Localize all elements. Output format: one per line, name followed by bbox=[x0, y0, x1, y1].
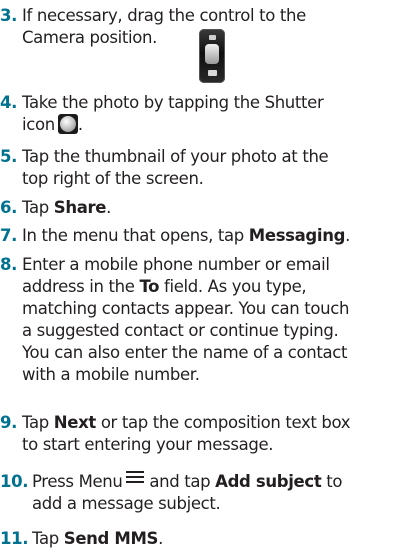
step-text-line: matching contacts appear. You can touch bbox=[22, 299, 350, 318]
step-text-fragment: Tap bbox=[32, 529, 64, 548]
step-text-fragment: . bbox=[158, 529, 163, 548]
step-text-fragment: In the menu that opens, tap bbox=[22, 226, 249, 245]
step-text: Tap Next or tap the composition text box… bbox=[22, 412, 414, 456]
step-text-line: If necessary, drag the control to the bbox=[22, 6, 306, 25]
video-camera-icon bbox=[209, 35, 216, 40]
step-text-fragment: . bbox=[77, 115, 83, 134]
step-text: Press Menu and tap Add subject to add a … bbox=[32, 471, 414, 515]
ui-term-add-subject: Add subject bbox=[215, 472, 322, 491]
step-number: 11. bbox=[0, 529, 29, 548]
step-text-fragment: . bbox=[345, 226, 350, 245]
step-text-line: top right of the screen. bbox=[22, 169, 204, 188]
step-text-fragment: Tap bbox=[22, 198, 54, 217]
step-number: 7. bbox=[0, 226, 18, 245]
camera-icon bbox=[208, 70, 217, 76]
step-text: In the menu that opens, tap Messaging. bbox=[22, 225, 414, 247]
step-text-fragment: icon bbox=[22, 115, 55, 134]
step-text-fragment: or tap the composition text box bbox=[95, 413, 351, 432]
step-number: 9. bbox=[0, 413, 18, 432]
ui-term-to: To bbox=[139, 277, 160, 296]
ui-term-messaging: Messaging bbox=[248, 226, 346, 245]
step-text-line: add a message subject. bbox=[32, 494, 221, 513]
step-text-line: You can also enter the name of a contact bbox=[22, 343, 348, 362]
step-text: Tap Share. bbox=[22, 197, 414, 219]
step-text-line: Enter a mobile phone number or email bbox=[22, 255, 330, 274]
step-text-fragment: Tap bbox=[22, 413, 54, 432]
step-number: 3. bbox=[0, 6, 18, 25]
ui-term-send-mms: Send MMS bbox=[63, 529, 159, 548]
step-text: Tap Send MMS. bbox=[32, 528, 414, 550]
slider-knob bbox=[205, 44, 219, 64]
step-text: Tap the thumbnail of your photo at the t… bbox=[22, 146, 414, 190]
shutter-icon bbox=[57, 114, 78, 134]
step-text: Enter a mobile phone number or email add… bbox=[22, 254, 414, 386]
step-number: 10. bbox=[0, 472, 29, 491]
step-text-fragment: field. As you type, bbox=[159, 277, 307, 296]
step-text-fragment: . bbox=[106, 198, 112, 217]
step-text-fragment: address in the bbox=[22, 277, 140, 296]
ui-term-next: Next bbox=[53, 413, 96, 432]
step-text-fragment: and tap bbox=[144, 472, 216, 491]
step-text-line: Tap the thumbnail of your photo at the bbox=[22, 147, 329, 166]
menu-icon bbox=[126, 471, 145, 485]
step-text-fragment: to bbox=[321, 472, 343, 491]
ui-term-share: Share bbox=[53, 198, 107, 217]
step-text-line: with a mobile number. bbox=[22, 365, 200, 384]
step-number: 4. bbox=[0, 93, 18, 112]
step-text-line: Take the photo by tapping the Shutter bbox=[22, 93, 324, 112]
step-number: 6. bbox=[0, 198, 18, 217]
step-number: 5. bbox=[0, 147, 18, 166]
step-number: 8. bbox=[0, 255, 18, 274]
step-text-fragment: Press Menu bbox=[32, 472, 123, 491]
step-text: Take the photo by tapping the Shutter ic… bbox=[22, 92, 414, 136]
step-text-line: a suggested contact or continue typing. bbox=[22, 321, 339, 340]
step-text-line: to start entering your message. bbox=[22, 435, 274, 454]
camera-video-switch-icon bbox=[199, 29, 225, 83]
